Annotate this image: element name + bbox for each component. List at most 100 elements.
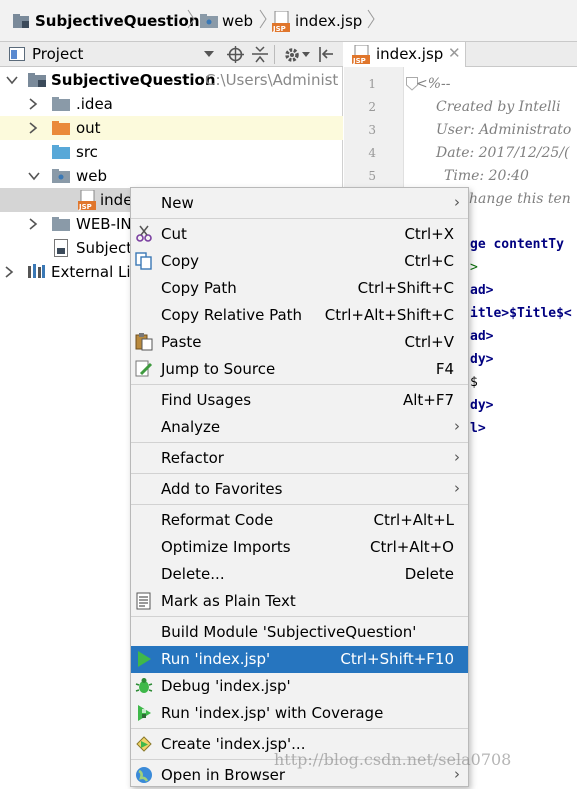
project-folder-icon (28, 73, 46, 87)
code-line: Time: 20:40 (444, 168, 529, 184)
menu-item-shortcut: Ctrl+C (404, 252, 454, 270)
folder-icon (52, 217, 70, 231)
chevron-right-icon (187, 9, 195, 29)
menu-separator (131, 616, 468, 617)
collapsed-arrow-icon[interactable] (4, 266, 14, 278)
collapsed-arrow-icon[interactable] (28, 122, 38, 134)
tree-label: out (76, 119, 101, 137)
project-toolbar: Project (0, 42, 343, 67)
watermark: http://blog.csdn.net/sela0708 (274, 750, 512, 769)
menu-item-debug[interactable]: Debug 'index.jsp' (131, 673, 468, 700)
expanded-arrow-icon[interactable] (28, 171, 40, 181)
menu-item-reformat-code[interactable]: Reformat Code Ctrl+Alt+L (131, 507, 468, 534)
gear-icon[interactable] (283, 46, 301, 64)
menu-item-jump-to-source[interactable]: Jump to Source F4 (131, 356, 468, 383)
tree-label: inde (100, 191, 133, 209)
collapsed-arrow-icon[interactable] (28, 218, 38, 230)
menu-item-label: Delete... (161, 565, 225, 583)
locate-icon[interactable] (227, 46, 244, 63)
menu-item-copy-relative-path[interactable]: Copy Relative Path Ctrl+Alt+Shift+C (131, 302, 468, 329)
toolbar-divider (274, 45, 275, 64)
tree-item-web[interactable]: web (0, 164, 343, 188)
code-line: hange this ten (469, 191, 571, 207)
menu-item-cut[interactable]: Cut Ctrl+X (131, 221, 468, 248)
menu-item-optimize-imports[interactable]: Optimize Imports Ctrl+Alt+O (131, 534, 468, 561)
menu-item-copy-path[interactable]: Copy Path Ctrl+Shift+C (131, 275, 468, 302)
gear-dropdown-icon[interactable] (302, 52, 310, 58)
submenu-arrow-icon: › (454, 193, 460, 211)
code-line: > (470, 260, 478, 275)
libraries-icon (28, 264, 45, 278)
menu-item-run[interactable]: Run 'index.jsp' Ctrl+Shift+F10 (131, 646, 468, 673)
menu-item-label: Optimize Imports (161, 538, 291, 556)
menu-item-label: Copy Path (161, 279, 237, 297)
scissors-icon (136, 225, 152, 242)
tree-label: SubjectiveQuestion (51, 71, 216, 89)
menu-item-label: Mark as Plain Text (161, 592, 296, 610)
code-line: dy> (470, 398, 494, 413)
collapsed-arrow-icon[interactable] (28, 98, 38, 110)
module-file-icon (54, 239, 68, 257)
chevron-right-icon (367, 9, 375, 29)
menu-separator (131, 504, 468, 505)
project-view-title[interactable]: Project (32, 45, 83, 63)
tab-index-jsp[interactable]: JSP index.jsp ✕ (344, 42, 466, 67)
tree-item-src[interactable]: src (0, 140, 343, 164)
jsp-file-icon: JSP (352, 45, 370, 65)
code-line: ad> (470, 283, 494, 298)
edit-source-icon (135, 360, 153, 377)
menu-item-refactor[interactable]: Refactor › (131, 445, 468, 472)
menu-item-build-module[interactable]: Build Module 'SubjectiveQuestion' (131, 619, 468, 646)
tree-path: C:\Users\Administ (205, 71, 339, 89)
menu-item-shortcut: Delete (404, 565, 454, 583)
svg-text:JSP: JSP (272, 25, 286, 33)
menu-separator (131, 218, 468, 219)
menu-separator (131, 442, 468, 443)
menu-item-label: New (161, 194, 194, 212)
submenu-arrow-icon: › (454, 448, 460, 466)
code-line: Created by Intelli (436, 99, 561, 115)
svg-text:JSP: JSP (78, 203, 92, 211)
source-folder-icon (52, 145, 70, 159)
tab-label: index.jsp (376, 45, 444, 63)
code-line: User: Administrato (436, 122, 572, 138)
breadcrumb-project[interactable]: SubjectiveQuestion (35, 12, 200, 30)
tree-item-project-root[interactable]: SubjectiveQuestion C:\Users\Administ (0, 68, 343, 92)
tree-label: WEB-IN (76, 215, 132, 233)
menu-item-add-to-favorites[interactable]: Add to Favorites › (131, 476, 468, 503)
hide-panel-icon[interactable] (318, 46, 334, 63)
code-line: ge contentTy (470, 237, 564, 252)
menu-item-label: Add to Favorites (161, 480, 283, 498)
breadcrumb-folder[interactable]: web (222, 12, 253, 30)
menu-item-run-with-coverage[interactable]: Run 'index.jsp' with Coverage (131, 700, 468, 727)
globe-icon (136, 767, 152, 783)
menu-separator (131, 473, 468, 474)
breadcrumb-file[interactable]: index.jsp (295, 12, 362, 30)
menu-item-label: Jump to Source (161, 360, 276, 378)
tree-item-out[interactable]: out (0, 116, 343, 140)
close-icon[interactable]: ✕ (448, 44, 461, 62)
menu-item-delete[interactable]: Delete... Delete (131, 561, 468, 588)
menu-item-shortcut: Ctrl+Shift+F10 (340, 650, 454, 668)
editor-tab-bar: JSP index.jsp ✕ (344, 42, 577, 67)
menu-item-copy[interactable]: Copy Ctrl+C (131, 248, 468, 275)
menu-item-shortcut: Ctrl+X (404, 225, 454, 243)
menu-item-analyze[interactable]: Analyze › (131, 414, 468, 441)
menu-item-new[interactable]: New › (131, 190, 468, 217)
menu-item-label: Refactor (161, 449, 224, 467)
excluded-folder-icon (52, 121, 70, 135)
tree-label: web (76, 167, 108, 185)
collapse-all-icon[interactable] (252, 46, 268, 63)
dropdown-arrow-icon[interactable] (204, 51, 214, 58)
menu-item-mark-as-plain-text[interactable]: Mark as Plain Text (131, 588, 468, 615)
expanded-arrow-icon[interactable] (6, 75, 18, 85)
navigation-bar: SubjectiveQuestion web JSP index.jsp (0, 0, 577, 42)
submenu-arrow-icon: › (454, 479, 460, 497)
copy-icon (135, 252, 152, 270)
menu-item-label: Open in Browser (161, 766, 286, 784)
tree-item-idea[interactable]: .idea (0, 92, 343, 116)
menu-item-label: Debug 'index.jsp' (161, 677, 291, 695)
menu-separator (131, 728, 468, 729)
menu-item-paste[interactable]: Paste Ctrl+V (131, 329, 468, 356)
menu-item-find-usages[interactable]: Find Usages Alt+F7 (131, 387, 468, 414)
